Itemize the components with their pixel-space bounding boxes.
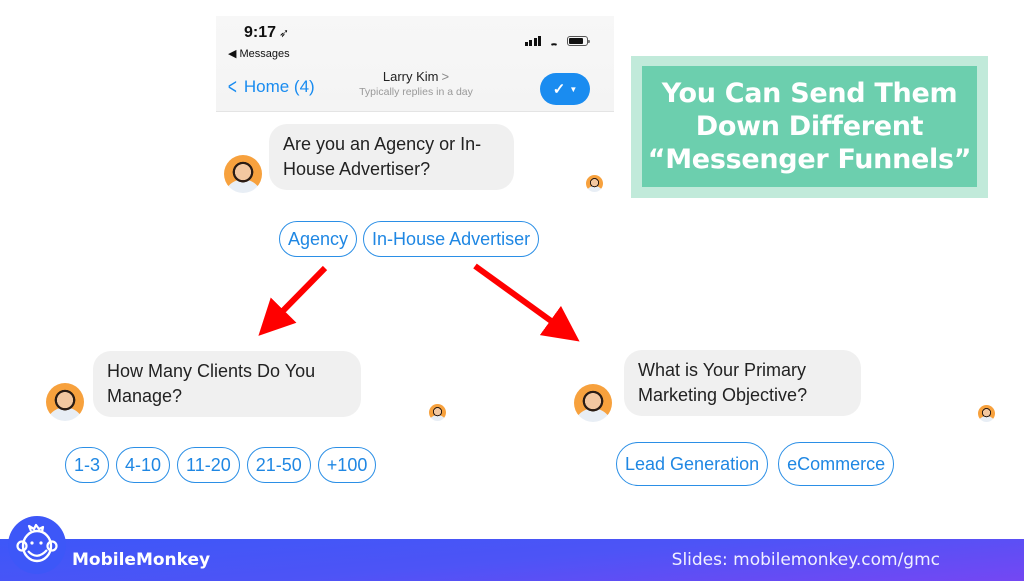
contact-name: Larry Kim	[382, 69, 439, 84]
quick-reply-ecommerce[interactable]: eCommerce	[778, 442, 895, 486]
read-receipt-avatar	[586, 175, 603, 192]
quick-reply-lead-generation[interactable]: Lead Generation	[616, 442, 769, 486]
location-arrow-icon: ➶	[279, 26, 290, 40]
brand-name: MobileMonkey	[72, 550, 211, 570]
contact-info[interactable]: Larry Kim > Typically replies in a day	[336, 69, 496, 98]
quick-reply-1-3[interactable]: 1-3	[65, 447, 110, 483]
callout-box: You Can Send Them Down Different “Messen…	[631, 56, 988, 198]
message-bubble: Are you an Agency or In-House Advertiser…	[269, 124, 514, 190]
messenger-header: 9:17 ➶ ◀ Messages < Home (4) Larry Kim > T…	[216, 16, 614, 112]
caret-down-icon: ▼	[569, 84, 578, 94]
quick-reply-in-house-advertiser[interactable]: In-House Advertiser	[363, 221, 540, 257]
quick-replies: 1-3 4-10 11-20 21-50 +100	[65, 447, 377, 483]
quick-reply-4-10[interactable]: 4-10	[116, 447, 171, 483]
mobilemonkey-logo	[8, 516, 66, 574]
callout-text: You Can Send Them Down Different “Messen…	[647, 78, 972, 175]
back-to-messages-link[interactable]: ◀ Messages	[228, 47, 290, 60]
cellular-signal-icon	[524, 36, 541, 46]
arrow-to-advertiser-funnel	[473, 263, 580, 342]
bot-avatar	[46, 383, 84, 421]
slides-link[interactable]: Slides: mobilemonkey.com/gmc	[672, 550, 940, 570]
quick-reply-21-50[interactable]: 21-50	[246, 447, 311, 483]
monkey-icon	[16, 523, 58, 563]
back-button-label: Home (4)	[243, 77, 315, 96]
status-time: 9:17 ➶	[244, 24, 290, 41]
checkmark-icon: ✓	[552, 81, 566, 98]
arrow-to-agency-funnel	[258, 265, 328, 336]
quick-reply-11-20[interactable]: 11-20	[177, 447, 240, 483]
quick-replies: Lead Generation eCommerce	[616, 442, 895, 486]
quick-reply-agency[interactable]: Agency	[279, 221, 358, 257]
read-receipt-avatar	[978, 405, 995, 422]
read-receipt-avatar	[429, 404, 446, 421]
status-icons	[524, 36, 590, 46]
chevron-left-icon: <	[227, 74, 237, 99]
quick-reply-100-plus[interactable]: +100	[317, 447, 377, 483]
bot-avatar	[574, 384, 612, 422]
message-bubble: What is Your Primary Marketing Objective…	[624, 350, 861, 416]
contact-subtitle: Typically replies in a day	[359, 86, 473, 98]
quick-replies: Agency In-House Advertiser	[279, 221, 540, 257]
mark-done-button[interactable]: ✓ ▼	[540, 73, 590, 105]
message-bubble: How Many Clients Do You Manage?	[93, 351, 361, 417]
wifi-icon	[547, 36, 561, 46]
bot-avatar	[224, 155, 262, 193]
chevron-right-icon: >	[441, 69, 450, 84]
battery-icon	[567, 36, 590, 46]
back-button[interactable]: < Home (4)	[226, 76, 315, 98]
